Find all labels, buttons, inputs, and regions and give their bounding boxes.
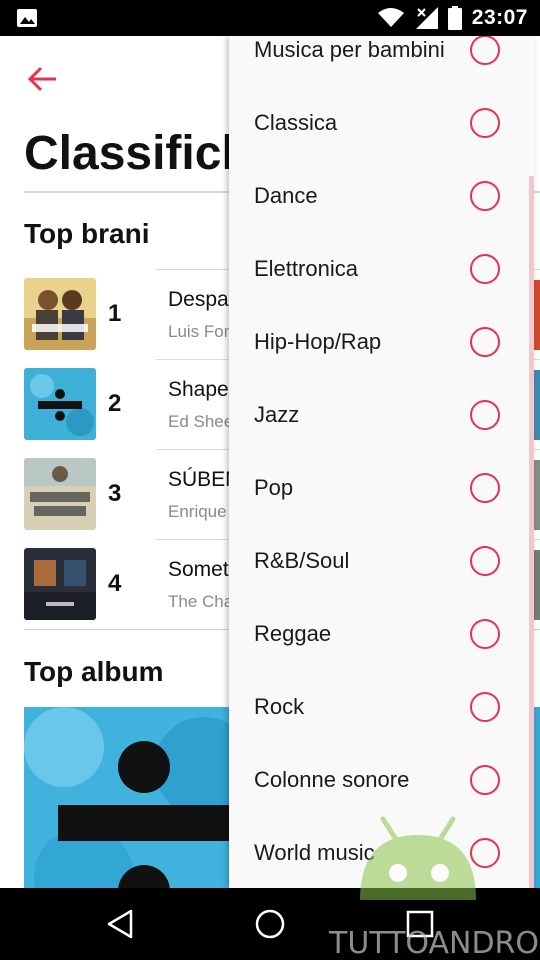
genre-label: Jazz <box>254 402 300 427</box>
battery-icon <box>447 6 462 30</box>
status-bar: 23:07 <box>0 0 540 36</box>
peek-thumbnail <box>534 460 540 530</box>
top-songs-heading: Top brani <box>24 218 150 249</box>
radio-button[interactable] <box>470 765 500 795</box>
radio-button[interactable] <box>470 546 500 576</box>
genre-option[interactable]: Dance <box>229 159 534 232</box>
genre-label: Classica <box>254 110 338 135</box>
genre-option[interactable]: Colonne sonore <box>229 743 534 816</box>
genre-label: Rock <box>254 694 305 719</box>
genre-label: World music <box>254 840 375 865</box>
cell-signal-icon <box>415 7 438 29</box>
genre-option[interactable]: Reggae <box>229 597 534 670</box>
radio-button[interactable] <box>470 692 500 722</box>
recents-nav-icon[interactable] <box>402 906 438 942</box>
genre-option[interactable]: R&B/Soul <box>229 524 534 597</box>
navigation-bar <box>0 888 540 960</box>
genre-option[interactable]: Hip-Hop/Rap <box>229 305 534 378</box>
genre-label: Reggae <box>254 621 332 646</box>
album-art-thumbnail <box>24 278 96 350</box>
back-arrow-icon[interactable] <box>26 62 60 96</box>
song-rank: 1 <box>108 300 122 327</box>
genre-dropdown-menu[interactable]: Musica per bambini Classica Dance Elettr… <box>229 36 534 888</box>
radio-button[interactable] <box>470 36 500 65</box>
genre-label: Elettronica <box>254 256 358 281</box>
genre-option[interactable]: Jazz <box>229 378 534 451</box>
radio-button[interactable] <box>470 181 500 211</box>
genre-option[interactable]: Musica per bambini <box>229 36 534 86</box>
song-rank: 2 <box>108 390 122 417</box>
radio-button[interactable] <box>470 254 500 284</box>
radio-button[interactable] <box>470 619 500 649</box>
album-art-thumbnail <box>24 548 96 620</box>
radio-button[interactable] <box>470 327 500 357</box>
genre-option[interactable]: Rock <box>229 670 534 743</box>
genre-label: Pop <box>254 475 294 500</box>
peek-thumbnail <box>534 550 540 620</box>
genre-label: Dance <box>254 183 318 208</box>
genre-option[interactable]: World music <box>229 816 534 888</box>
image-notification-icon <box>17 9 37 27</box>
genre-option[interactable]: Pop <box>229 451 534 524</box>
top-albums-heading: Top album <box>24 656 164 687</box>
album-art-thumbnail <box>24 458 96 530</box>
genre-option[interactable]: Classica <box>229 86 534 159</box>
radio-button[interactable] <box>470 473 500 503</box>
clock: 23:07 <box>471 6 528 29</box>
radio-button[interactable] <box>470 108 500 138</box>
back-nav-icon[interactable] <box>103 906 139 942</box>
home-nav-icon[interactable] <box>252 906 288 942</box>
song-rank: 4 <box>108 570 122 597</box>
album-cover[interactable] <box>24 707 244 888</box>
radio-button[interactable] <box>470 400 500 430</box>
genre-label: Musica per bambini <box>254 37 445 62</box>
album-art-thumbnail <box>24 368 96 440</box>
radio-button[interactable] <box>470 838 500 868</box>
peek-thumbnail <box>534 707 540 888</box>
peek-thumbnail <box>534 280 540 350</box>
genre-label: R&B/Soul <box>254 548 350 573</box>
genre-option[interactable]: Elettronica <box>229 232 534 305</box>
song-rank: 3 <box>108 480 122 507</box>
wifi-icon <box>377 8 404 27</box>
genre-label: Colonne sonore <box>254 767 410 792</box>
genre-label: Hip-Hop/Rap <box>254 329 382 354</box>
peek-thumbnail <box>534 370 540 440</box>
